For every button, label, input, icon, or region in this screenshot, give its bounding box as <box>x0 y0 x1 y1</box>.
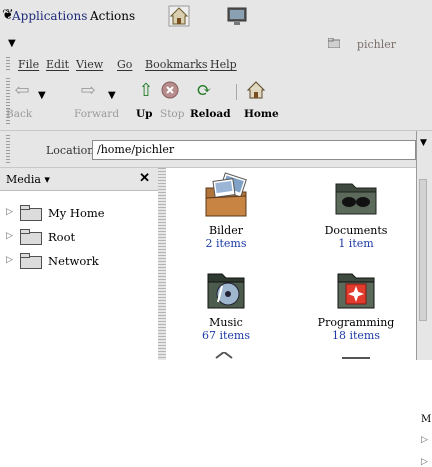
file-count: 18 items <box>331 329 381 342</box>
file-count: 67 items <box>201 329 251 342</box>
title-bar: ▼ pichler <box>0 34 432 55</box>
expander-icon[interactable]: ▷ <box>6 207 13 217</box>
folder-icon <box>20 229 42 245</box>
back-arrow-icon[interactable]: ⇦ <box>12 80 32 101</box>
menu-go[interactable]: Go <box>117 58 132 71</box>
top-panel: ❦ Applications Actions <box>0 0 432 35</box>
file-name: Bilder <box>209 224 243 237</box>
file-item-partial[interactable] <box>296 352 416 360</box>
adjacent-scrollbar[interactable] <box>419 179 427 321</box>
expander-icon[interactable]: ▷ <box>6 231 13 241</box>
forward-arrow-icon[interactable]: ⇨ <box>78 80 98 101</box>
file-item-partial[interactable] <box>166 352 286 360</box>
home-button[interactable]: Home <box>244 108 279 120</box>
window-menu-icon[interactable]: ▼ <box>8 38 16 49</box>
reload-button[interactable]: Reload <box>190 108 231 120</box>
menu-bookmarks[interactable]: Bookmarks <box>145 58 208 71</box>
up-arrow-icon[interactable]: ⇧ <box>136 80 156 101</box>
home-icon[interactable] <box>168 5 190 27</box>
stop-icon[interactable] <box>160 80 180 100</box>
menu-view[interactable]: View <box>76 58 103 71</box>
menu-help[interactable]: Help <box>210 58 237 71</box>
file-count: 2 items <box>205 237 247 250</box>
adjacent-window-edge: ▼ M ▷ ▷ <box>416 131 432 467</box>
documents-folder-icon <box>335 183 377 215</box>
applications-menu[interactable]: Applications <box>12 9 87 23</box>
file-name: Documents <box>324 224 388 237</box>
sidebar-title[interactable]: Media ▾ <box>6 173 50 186</box>
sidebar-item-network[interactable]: ▷ Network <box>0 250 158 272</box>
close-sidebar-icon[interactable]: ✕ <box>139 171 150 186</box>
sidebar-item-label: Root <box>48 230 76 244</box>
location-value: /home/pichler <box>97 143 175 156</box>
menu-file[interactable]: File <box>18 58 39 71</box>
folder-icon <box>342 357 370 359</box>
toolbar-separator <box>236 84 237 100</box>
sidebar-header: Media ▾ ✕ <box>0 168 158 191</box>
folder-icon <box>327 37 341 51</box>
location-grip[interactable] <box>6 135 10 163</box>
back-button[interactable]: Back <box>6 108 32 120</box>
adjacent-expander-2[interactable]: ▷ <box>421 457 428 467</box>
sidebar-item-root[interactable]: ▷ Root <box>0 226 158 248</box>
stop-button[interactable]: Stop <box>160 108 184 120</box>
sidebar-item-my-home[interactable]: ▷ My Home <box>0 202 158 224</box>
pane-splitter[interactable] <box>158 168 166 360</box>
music-folder-icon <box>207 273 245 309</box>
up-button[interactable]: Up <box>136 108 153 120</box>
monitor-icon[interactable] <box>226 5 248 27</box>
toolbar: ⇦ ▼ Back ⇨ ▼ Forward ⇧ Up Stop ⟳ Reload … <box>0 74 432 131</box>
location-label: Location: <box>46 144 98 157</box>
icon-view: Bilder 2 items Documents 1 item Music 67… <box>166 168 416 360</box>
file-item-music[interactable]: Music 67 items <box>166 268 286 342</box>
back-history-dropdown-icon[interactable]: ▼ <box>38 90 46 101</box>
location-bar: Location: /home/pichler <box>0 131 432 168</box>
file-item-bilder[interactable]: Bilder 2 items <box>166 172 286 250</box>
menu-edit[interactable]: Edit <box>46 58 69 71</box>
adjacent-dropdown-icon[interactable]: ▼ <box>420 138 427 148</box>
location-input[interactable]: /home/pichler <box>92 140 416 160</box>
adjacent-expander-1[interactable]: ▷ <box>421 435 428 445</box>
programming-folder-icon <box>337 273 375 309</box>
folder-icon <box>20 253 42 269</box>
folder-icon <box>215 352 233 359</box>
file-item-programming[interactable]: Programming 18 items <box>296 268 416 342</box>
sidebar-item-label: My Home <box>48 206 105 220</box>
expander-icon[interactable]: ▷ <box>6 255 13 265</box>
window-title: pichler <box>356 38 396 51</box>
sidebar-item-label: Network <box>48 254 99 268</box>
folder-icon <box>20 205 42 221</box>
sidebar: Media ▾ ✕ ▷ My Home ▷ Root ▷ Network <box>0 168 159 360</box>
menubar-grip[interactable] <box>6 57 10 71</box>
forward-button[interactable]: Forward <box>74 108 119 120</box>
actions-menu[interactable]: Actions <box>90 9 135 23</box>
menu-bar: File Edit View Go Bookmarks Help <box>0 54 432 74</box>
pictures-folder-icon <box>205 172 247 217</box>
file-name: Programming <box>317 316 395 329</box>
house-icon[interactable] <box>246 80 266 100</box>
file-name: Music <box>209 316 243 329</box>
file-count: 1 item <box>338 237 374 250</box>
adjacent-label: M <box>421 414 432 425</box>
file-item-documents[interactable]: Documents 1 item <box>296 172 416 250</box>
reload-icon[interactable]: ⟳ <box>194 80 214 101</box>
forward-history-dropdown-icon[interactable]: ▼ <box>108 90 116 101</box>
